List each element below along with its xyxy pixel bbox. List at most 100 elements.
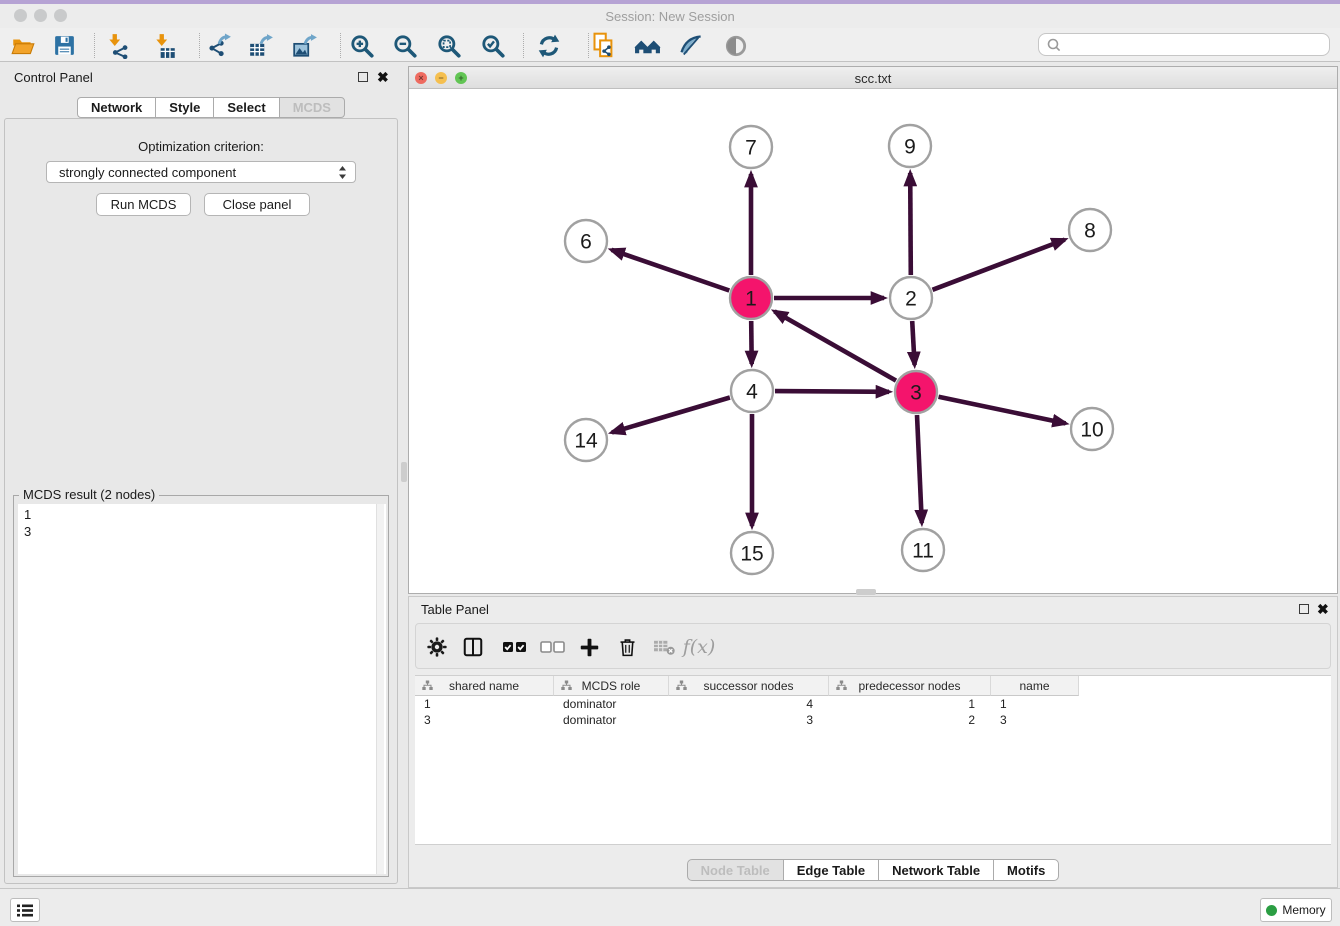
trash-icon [617,637,638,658]
graph-node-label: 7 [745,137,757,160]
float-table-panel-button[interactable] [1299,604,1309,614]
graph-edge-1-6[interactable] [612,250,730,291]
graph-edge-4-14[interactable] [612,398,730,433]
plus-icon [579,637,600,658]
network-view-window: × − + scc.txt 1 2 3 4 6 7 8 9 10 11 14 15 [408,66,1338,594]
control-panel-tabs: NetworkStyleSelectMCDS [77,97,345,118]
select-all-button[interactable] [499,633,529,661]
close-table-panel-icon[interactable]: ✖ [1317,602,1329,616]
deselect-all-button[interactable] [537,633,567,661]
close-panel-icon[interactable]: ✖ [377,70,389,84]
toolbar-separator [588,33,589,58]
graph-node-9[interactable]: 9 [889,125,931,167]
overview-eye-icon [723,33,749,59]
table-tab-motifs[interactable]: Motifs [993,859,1059,881]
graph-edge-4-3[interactable] [775,391,889,392]
table-tab-edge-table[interactable]: Edge Table [783,859,879,881]
app-titlebar: Session: New Session [0,4,1340,28]
graph-node-7[interactable]: 7 [730,126,772,168]
zoom-fit-button[interactable] [435,32,462,59]
network-canvas[interactable]: 1 2 3 4 6 7 8 9 10 11 14 15 [409,89,1337,594]
graph-node-14[interactable]: 14 [565,419,607,461]
criterion-value: strongly connected component [59,165,236,180]
memory-button[interactable]: Memory [1260,898,1332,922]
save-session-button[interactable] [51,32,78,59]
duplicate-network-button[interactable] [590,32,617,59]
graph-edge-2-9[interactable] [910,173,911,275]
zoom-out-button[interactable] [391,32,418,59]
graph-edge-3-1[interactable] [775,311,897,380]
graph-node-10[interactable]: 10 [1071,408,1113,450]
open-session-button[interactable] [9,32,36,59]
delete-table-button[interactable] [649,633,679,661]
tab-mcds[interactable]: MCDS [279,97,345,118]
home-button[interactable] [634,32,661,59]
tab-style[interactable]: Style [155,97,214,118]
column-header-shared-name[interactable]: shared name [415,676,554,696]
table-tab-node-table[interactable]: Node Table [687,859,784,881]
run-mcds-button[interactable]: Run MCDS [96,193,191,216]
network-view-titlebar[interactable]: × − + scc.txt [409,67,1337,89]
mcds-panel: Optimization criterion: strongly connect… [4,118,398,884]
table-tab-network-table[interactable]: Network Table [878,859,994,881]
graph-edge-2-3[interactable] [912,321,914,365]
graphics-details-button[interactable] [677,32,704,59]
graph-node-4[interactable]: 4 [731,370,773,412]
graph-node-2[interactable]: 2 [890,277,932,319]
delete-row-button[interactable] [612,633,642,661]
splitter-handle-horizontal[interactable] [856,589,876,595]
graph-edge-1-4[interactable] [751,321,752,364]
table-settings-button[interactable] [422,633,452,661]
splitter-handle-vertical[interactable] [401,462,407,482]
graph-node-11[interactable]: 11 [902,529,944,571]
graph-node-label: 1 [745,288,757,311]
float-panel-button[interactable] [358,72,368,82]
cell-predecessor-nodes: 2 [829,712,991,728]
export-table-button[interactable] [247,32,274,59]
import-table-icon [152,33,178,59]
graph-edge-3-11[interactable] [917,415,922,523]
column-header-successor-nodes[interactable]: successor nodes [669,676,829,696]
search-box[interactable] [1038,33,1330,56]
deselect-all-icon [540,640,565,654]
function-builder-button[interactable]: f(x) [684,633,714,661]
column-header-predecessor-nodes[interactable]: predecessor nodes [829,676,991,696]
export-image-button[interactable] [291,32,318,59]
import-table-button[interactable] [151,32,178,59]
node-table[interactable]: shared nameMCDS rolesuccessor nodesprede… [415,675,1331,845]
search-input[interactable] [1066,38,1329,52]
graph-node-8[interactable]: 8 [1069,209,1111,251]
tab-network[interactable]: Network [77,97,156,118]
memory-label: Memory [1282,903,1325,917]
import-network-button[interactable] [104,32,131,59]
table-row[interactable]: 1dominator411 [415,696,1331,712]
list-icon [16,903,34,918]
export-network-button[interactable] [205,32,232,59]
zoom-in-button[interactable] [348,32,375,59]
graph-edge-2-8[interactable] [933,240,1065,290]
graph-edge-3-10[interactable] [939,397,1066,424]
cell-successor-nodes: 3 [669,712,829,728]
tab-select[interactable]: Select [213,97,279,118]
export-network-icon [206,33,232,59]
column-header-name[interactable]: name [991,676,1079,696]
graph-node-3[interactable]: 3 [895,371,937,413]
graph-node-15[interactable]: 15 [731,532,773,574]
column-layout-button[interactable] [458,633,488,661]
overview-eye-button[interactable] [722,32,749,59]
column-header-mcds-role[interactable]: MCDS role [554,676,669,696]
mcds-result-text[interactable]: 13 [18,504,386,874]
graph-node-1[interactable]: 1 [730,277,772,319]
table-row[interactable]: 3dominator323 [415,712,1331,728]
export-table-icon [248,33,274,59]
criterion-select[interactable]: strongly connected component [46,161,356,183]
add-row-button[interactable] [574,633,604,661]
network-view-title: scc.txt [409,71,1337,86]
graph-node-6[interactable]: 6 [565,220,607,262]
zoom-selected-button[interactable] [479,32,506,59]
task-history-button[interactable] [10,898,40,922]
close-panel-button[interactable]: Close panel [204,193,310,216]
gear-icon [426,636,448,658]
refresh-layout-button[interactable] [535,32,562,59]
result-scrollbar[interactable] [376,504,384,874]
